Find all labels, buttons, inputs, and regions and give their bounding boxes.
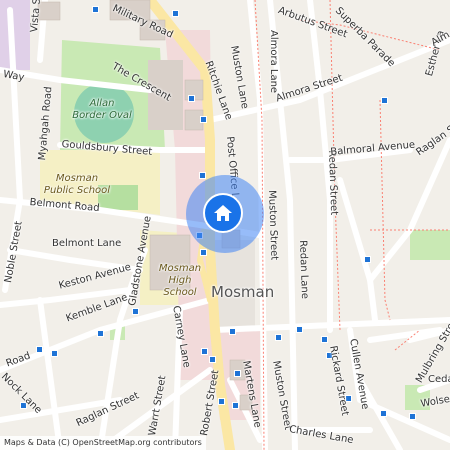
bus-stop-marker[interactable]: [218, 398, 225, 405]
bus-stop-marker[interactable]: [209, 356, 216, 363]
bus-stop-marker[interactable]: [296, 326, 303, 333]
bus-stop-marker[interactable]: [200, 116, 207, 123]
home-location-marker[interactable]: [203, 193, 243, 233]
bus-stop-marker[interactable]: [188, 95, 195, 102]
street-label: Redan Lane: [297, 239, 311, 300]
map-view[interactable]: Allan Border Oval Mosman Public School M…: [0, 0, 450, 450]
bus-stop-marker[interactable]: [275, 334, 282, 341]
bus-stop-marker[interactable]: [201, 348, 208, 355]
bus-stop-marker[interactable]: [200, 249, 207, 256]
school-label: Mosman High School: [158, 263, 202, 298]
bus-stop-marker[interactable]: [36, 346, 43, 353]
bus-stop-marker[interactable]: [232, 402, 239, 409]
street-label: Cedar: [428, 374, 450, 385]
home-icon: [214, 205, 232, 221]
bus-stop-marker[interactable]: [229, 328, 236, 335]
place-label: Mosman: [211, 283, 275, 301]
street-label: Almora Lane: [268, 30, 279, 94]
bus-stop-marker[interactable]: [381, 97, 388, 104]
school-label: Mosman Public School: [43, 173, 111, 196]
park-label: Allan Border Oval: [72, 98, 132, 121]
bus-stop-marker[interactable]: [364, 256, 371, 263]
bus-stop-marker[interactable]: [132, 308, 139, 315]
bus-stop-marker[interactable]: [92, 6, 99, 13]
bus-stop-marker[interactable]: [234, 370, 241, 377]
street-label: Muston Street: [266, 189, 280, 261]
map-attribution: Maps & Data (C) OpenStreetMap.org contri…: [0, 436, 206, 450]
bus-stop-marker[interactable]: [51, 350, 58, 357]
bus-stop-marker[interactable]: [172, 10, 179, 17]
bus-stop-marker[interactable]: [321, 336, 328, 343]
bus-stop-marker[interactable]: [199, 172, 206, 179]
bus-stop-marker[interactable]: [97, 330, 104, 337]
bus-stop-marker[interactable]: [380, 410, 387, 417]
bus-stop-marker[interactable]: [409, 413, 416, 420]
street-label: Redan Street: [326, 149, 340, 216]
street-label: Belmont Lane: [52, 238, 122, 249]
